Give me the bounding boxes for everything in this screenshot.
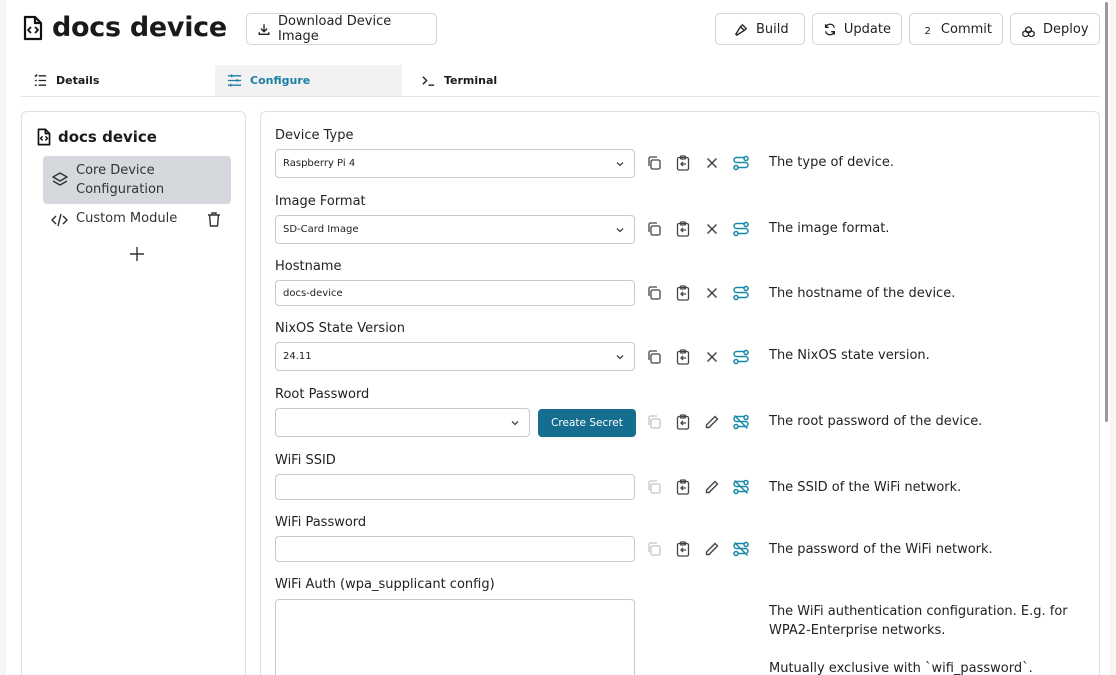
wifi-password-label: WiFi Password [275,515,367,530]
route-icon[interactable] [733,221,749,237]
wifi-ssid-input[interactable] [275,474,635,500]
pencil-icon[interactable] [704,414,720,430]
sidebar-title: docs device [36,128,157,146]
update-button[interactable]: Update [812,13,902,45]
clear-x-icon[interactable] [704,221,720,237]
sidebar-item-custom-module[interactable]: Custom Module [43,208,231,232]
copy-icon[interactable] [646,349,662,365]
wifi-auth-description: The WiFi authentication configuration. E… [769,604,1068,638]
wifi-ssid-label: WiFi SSID [275,453,336,468]
terminal-icon [422,76,435,86]
build-button[interactable]: Build [715,13,805,45]
pencil-icon[interactable] [704,479,720,495]
wifi-auth-description-note: Mutually exclusive with `wifi_password`. [769,661,1033,675]
root-password-select[interactable] [275,408,530,437]
sliders-icon [227,74,242,87]
boxes-icon [1022,25,1035,37]
copy-icon[interactable] [646,221,662,237]
root-password-actions [646,414,749,430]
tab-bar: Details Configure Terminal [21,65,1100,97]
wifi-password-description: The password of the WiFi network. [769,542,993,557]
commit-button[interactable]: 2 Commit [909,13,1003,45]
chevron-down-icon [616,162,624,167]
chevron-down-icon [511,421,519,426]
page: docs device Download Device Image Build … [6,0,1110,675]
image-format-actions [646,221,749,237]
route-icon[interactable] [733,349,749,365]
hostname-actions [646,285,749,301]
download-icon [258,23,270,35]
root-password-label: Root Password [275,387,370,402]
clear-x-icon[interactable] [704,285,720,301]
paste-icon[interactable] [675,479,691,495]
configure-panel: Device Type Raspberry Pi 4 The type of d… [260,111,1100,675]
chevron-down-icon [616,228,624,233]
nixos-state-version-label: NixOS State Version [275,321,405,336]
hostname-label: Hostname [275,259,342,274]
hostname-input[interactable]: docs-device [275,280,635,306]
nix-file-icon [37,128,51,146]
route-icon[interactable] [733,155,749,171]
route-off-icon[interactable] [733,479,749,495]
device-type-actions [646,155,749,171]
download-device-image-button[interactable]: Download Device Image [246,13,437,45]
tab-details[interactable]: Details [21,65,211,96]
nixos-state-version-select[interactable]: 24.11 [275,342,635,371]
route-off-icon[interactable] [733,541,749,557]
device-type-label: Device Type [275,128,354,143]
copy-icon[interactable] [646,541,662,557]
paste-icon[interactable] [675,349,691,365]
paste-icon[interactable] [675,541,691,557]
commit-count-badge: 2 [924,25,931,37]
wifi-ssid-description: The SSID of the WiFi network. [769,480,962,495]
copy-icon[interactable] [646,155,662,171]
copy-icon[interactable] [646,479,662,495]
copy-icon[interactable] [646,414,662,430]
add-module-plus-icon[interactable] [129,246,145,262]
hostname-description: The hostname of the device. [769,286,956,301]
tab-configure[interactable]: Configure [215,65,402,96]
deploy-button[interactable]: Deploy [1010,13,1100,45]
chevron-down-icon [616,355,624,360]
sidebar-item-core-device-configuration[interactable]: Core Device Configuration [43,156,231,204]
list-icon [34,74,47,86]
nixos-state-version-description: The NixOS state version. [769,348,930,363]
pencil-icon[interactable] [704,541,720,557]
page-title: docs device [22,12,227,43]
refresh-icon [824,23,835,35]
device-name: docs device [52,12,227,43]
paste-icon[interactable] [675,155,691,171]
create-secret-button[interactable]: Create Secret [538,409,636,437]
wifi-password-input[interactable] [275,536,635,562]
image-format-label: Image Format [275,194,366,209]
nix-file-icon [23,15,43,40]
route-icon[interactable] [733,285,749,301]
scrollbar[interactable] [1105,2,1108,422]
device-type-select[interactable]: Raspberry Pi 4 [275,149,635,178]
device-type-description: The type of device. [769,155,894,170]
layers-icon [52,172,68,186]
module-sidebar: docs device Core Device Configuration Cu… [21,111,246,675]
nixos-state-version-actions [646,349,749,365]
paste-icon[interactable] [675,221,691,237]
clear-x-icon[interactable] [704,349,720,365]
tab-terminal[interactable]: Terminal [409,65,599,96]
hammer-icon [734,23,748,36]
image-format-description: The image format. [769,221,890,236]
paste-icon[interactable] [675,285,691,301]
wifi-auth-textarea[interactable] [275,599,635,675]
root-password-description: The root password of the device. [769,414,983,429]
wifi-auth-label: WiFi Auth (wpa_supplicant config) [275,577,495,592]
wifi-password-actions [646,541,749,557]
paste-icon[interactable] [675,414,691,430]
trash-icon[interactable] [206,211,222,228]
copy-icon[interactable] [646,285,662,301]
code-icon [51,213,68,227]
clear-x-icon[interactable] [704,155,720,171]
wifi-ssid-actions [646,479,749,495]
route-off-icon[interactable] [733,414,749,430]
image-format-select[interactable]: SD-Card Image [275,215,635,244]
git-commit-icon [920,28,921,30]
